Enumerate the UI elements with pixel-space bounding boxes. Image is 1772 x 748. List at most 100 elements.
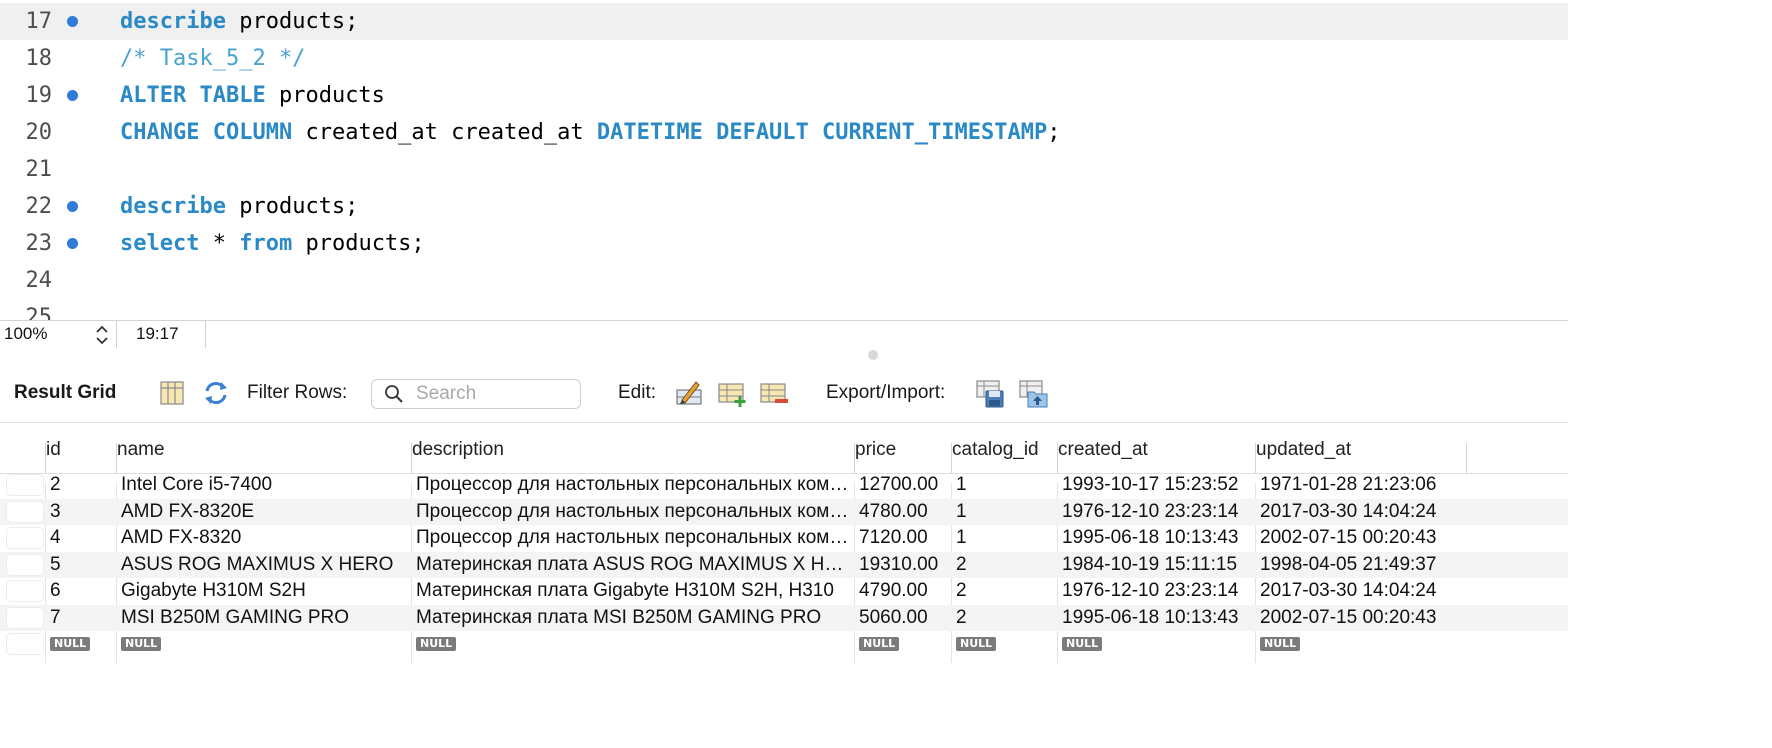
code-line[interactable]: 21 [0,151,1568,188]
row-selector[interactable] [6,633,44,655]
code-line[interactable]: 24 [0,262,1568,299]
cell-updated-at[interactable]: NULL [1256,631,1466,657]
cell-created-at[interactable]: 1993-10-17 15:23:52 [1058,472,1256,498]
cell-price[interactable]: 5060.00 [855,605,952,631]
statement-marker-icon[interactable] [67,90,78,101]
cell-price[interactable]: 19310.00 [855,552,952,578]
cell-catalog-id[interactable]: 2 [952,552,1058,578]
cell-description[interactable]: Материнская плата ASUS ROG MAXIMUS X HER… [412,552,855,578]
cell-name[interactable]: MSI B250M GAMING PRO [117,605,412,631]
table-row[interactable]: 2 Intel Core i5-7400 Процессор для настоль… [0,472,1568,498]
table-row[interactable]: 5 ASUS ROG MAXIMUS X HERO Материнская плат… [0,551,1568,578]
stepper-arrows-icon[interactable] [94,324,110,346]
sql-editor[interactable]: 17 describe products; 18 /* Task_5_2 */ 19 AL… [0,0,1568,320]
column-header-name[interactable]: name [117,433,412,473]
cell-name[interactable]: Gigabyte H310M S2H [117,578,412,604]
cell-created-at[interactable]: 1976-12-10 23:23:14 [1058,578,1256,604]
cell-description[interactable]: Процессор для настольных персональных ко… [412,472,855,498]
cell-name[interactable]: AMD FX-8320 [117,525,412,551]
cell-created-at[interactable]: 1995-06-18 10:13:43 [1058,525,1256,551]
cell-price[interactable]: 12700.00 [855,472,952,498]
cell-id[interactable]: 6 [46,578,117,604]
new-row-placeholder[interactable]: NULL NULL NULL NULL NULL NULL NULL [0,631,1568,657]
cell-updated-at[interactable]: 2017-03-30 14:04:24 [1256,578,1466,604]
column-separator[interactable] [411,443,412,473]
column-header-updated-at[interactable]: updated_at [1256,433,1466,473]
row-selector[interactable] [6,553,44,576]
cell-catalog-id[interactable]: NULL [952,631,1058,657]
statement-marker-icon[interactable] [67,201,78,212]
refresh-icon[interactable] [201,378,231,408]
code-line[interactable]: 18 /* Task_5_2 */ [0,40,1568,77]
cell-created-at[interactable]: 1976-12-10 23:23:14 [1058,499,1256,525]
cell-description[interactable]: NULL [412,631,855,657]
cell-id[interactable]: 5 [46,552,117,578]
cell-description[interactable]: Процессор для настольных персональных ко… [412,499,855,525]
cell-price[interactable]: 4780.00 [855,499,952,525]
column-separator[interactable] [1466,443,1467,473]
column-separator[interactable] [1255,443,1256,473]
cell-id[interactable]: 3 [46,499,117,525]
cell-catalog-id[interactable]: 1 [952,472,1058,498]
row-selector[interactable] [6,580,44,602]
add-row-icon[interactable] [717,378,747,408]
filter-search-box[interactable] [371,379,581,409]
row-selector[interactable] [6,474,44,496]
cell-name[interactable]: NULL [117,631,412,657]
cell-updated-at[interactable]: 2002-07-15 00:20:43 [1256,605,1466,631]
code-line[interactable]: 23 select * from products; [0,225,1568,262]
delete-row-icon[interactable] [759,378,789,408]
cell-updated-at[interactable]: 2017-03-30 14:04:24 [1256,499,1466,525]
cell-catalog-id[interactable]: 2 [952,578,1058,604]
cell-created-at[interactable]: NULL [1058,631,1256,657]
column-header-id[interactable]: id [46,433,117,473]
cell-description[interactable]: Процессор для настольных персональных ко… [412,525,855,551]
cell-price[interactable]: 7120.00 [855,525,952,551]
cell-updated-at[interactable]: 1998-04-05 21:49:37 [1256,552,1466,578]
column-header-created-at[interactable]: created_at [1058,433,1256,473]
cell-id[interactable]: 4 [46,525,117,551]
cell-price[interactable]: NULL [855,631,952,657]
column-separator[interactable] [854,443,855,473]
statement-marker-icon[interactable] [67,238,78,249]
import-icon[interactable] [1018,378,1048,408]
code-line[interactable]: 17 describe products; [0,3,1568,40]
cell-description[interactable]: Материнская плата Gigabyte H310M S2H, H3… [412,578,855,604]
cell-id[interactable]: NULL [46,631,117,657]
cell-id[interactable]: 2 [46,472,117,498]
cell-created-at[interactable]: 1995-06-18 10:13:43 [1058,605,1256,631]
cell-description[interactable]: Материнская плата MSI B250M GAMING PRO [412,605,855,631]
column-header-description[interactable]: description [412,433,855,473]
table-row[interactable]: 3 AMD FX-8320E Процессор для настольных пе… [0,498,1568,525]
cell-name[interactable]: AMD FX-8320E [117,499,412,525]
search-input[interactable] [416,382,571,406]
cell-catalog-id[interactable]: 1 [952,525,1058,551]
code-line[interactable]: 20 CHANGE COLUMN created_at created_at DA… [0,114,1568,151]
table-row[interactable]: 7 MSI B250M GAMING PRO Материнская плата M… [0,604,1568,631]
panel-splitter-handle[interactable] [868,350,878,360]
edit-row-icon[interactable] [674,378,704,408]
cell-catalog-id[interactable]: 2 [952,605,1058,631]
cell-updated-at[interactable]: 1971-01-28 21:23:06 [1256,472,1466,498]
export-icon[interactable] [975,378,1005,408]
table-row[interactable]: 6 Gigabyte H310M S2H Материнская плата Gig… [0,578,1568,604]
cell-id[interactable]: 7 [46,605,117,631]
column-separator[interactable] [116,443,117,473]
row-selector[interactable] [6,606,44,629]
statement-marker-icon[interactable] [67,16,78,27]
cell-created-at[interactable]: 1984-10-19 15:11:15 [1058,552,1256,578]
cell-updated-at[interactable]: 2002-07-15 00:20:43 [1256,525,1466,551]
row-selector[interactable] [6,527,44,549]
cell-price[interactable]: 4790.00 [855,578,952,604]
cell-catalog-id[interactable]: 1 [952,499,1058,525]
column-header-price[interactable]: price [855,433,952,473]
row-selector[interactable] [6,500,44,523]
column-separator[interactable] [951,443,952,473]
code-line[interactable]: 22 describe products; [0,188,1568,225]
toggle-columns-icon[interactable] [157,378,187,408]
cell-name[interactable]: Intel Core i5-7400 [117,472,412,498]
cell-name[interactable]: ASUS ROG MAXIMUS X HERO [117,552,412,578]
column-header-catalog-id[interactable]: catalog_id [952,433,1058,473]
code-line[interactable]: 25 [0,299,1568,320]
result-grid[interactable]: id name description price catalog_id created_… [0,422,1568,664]
